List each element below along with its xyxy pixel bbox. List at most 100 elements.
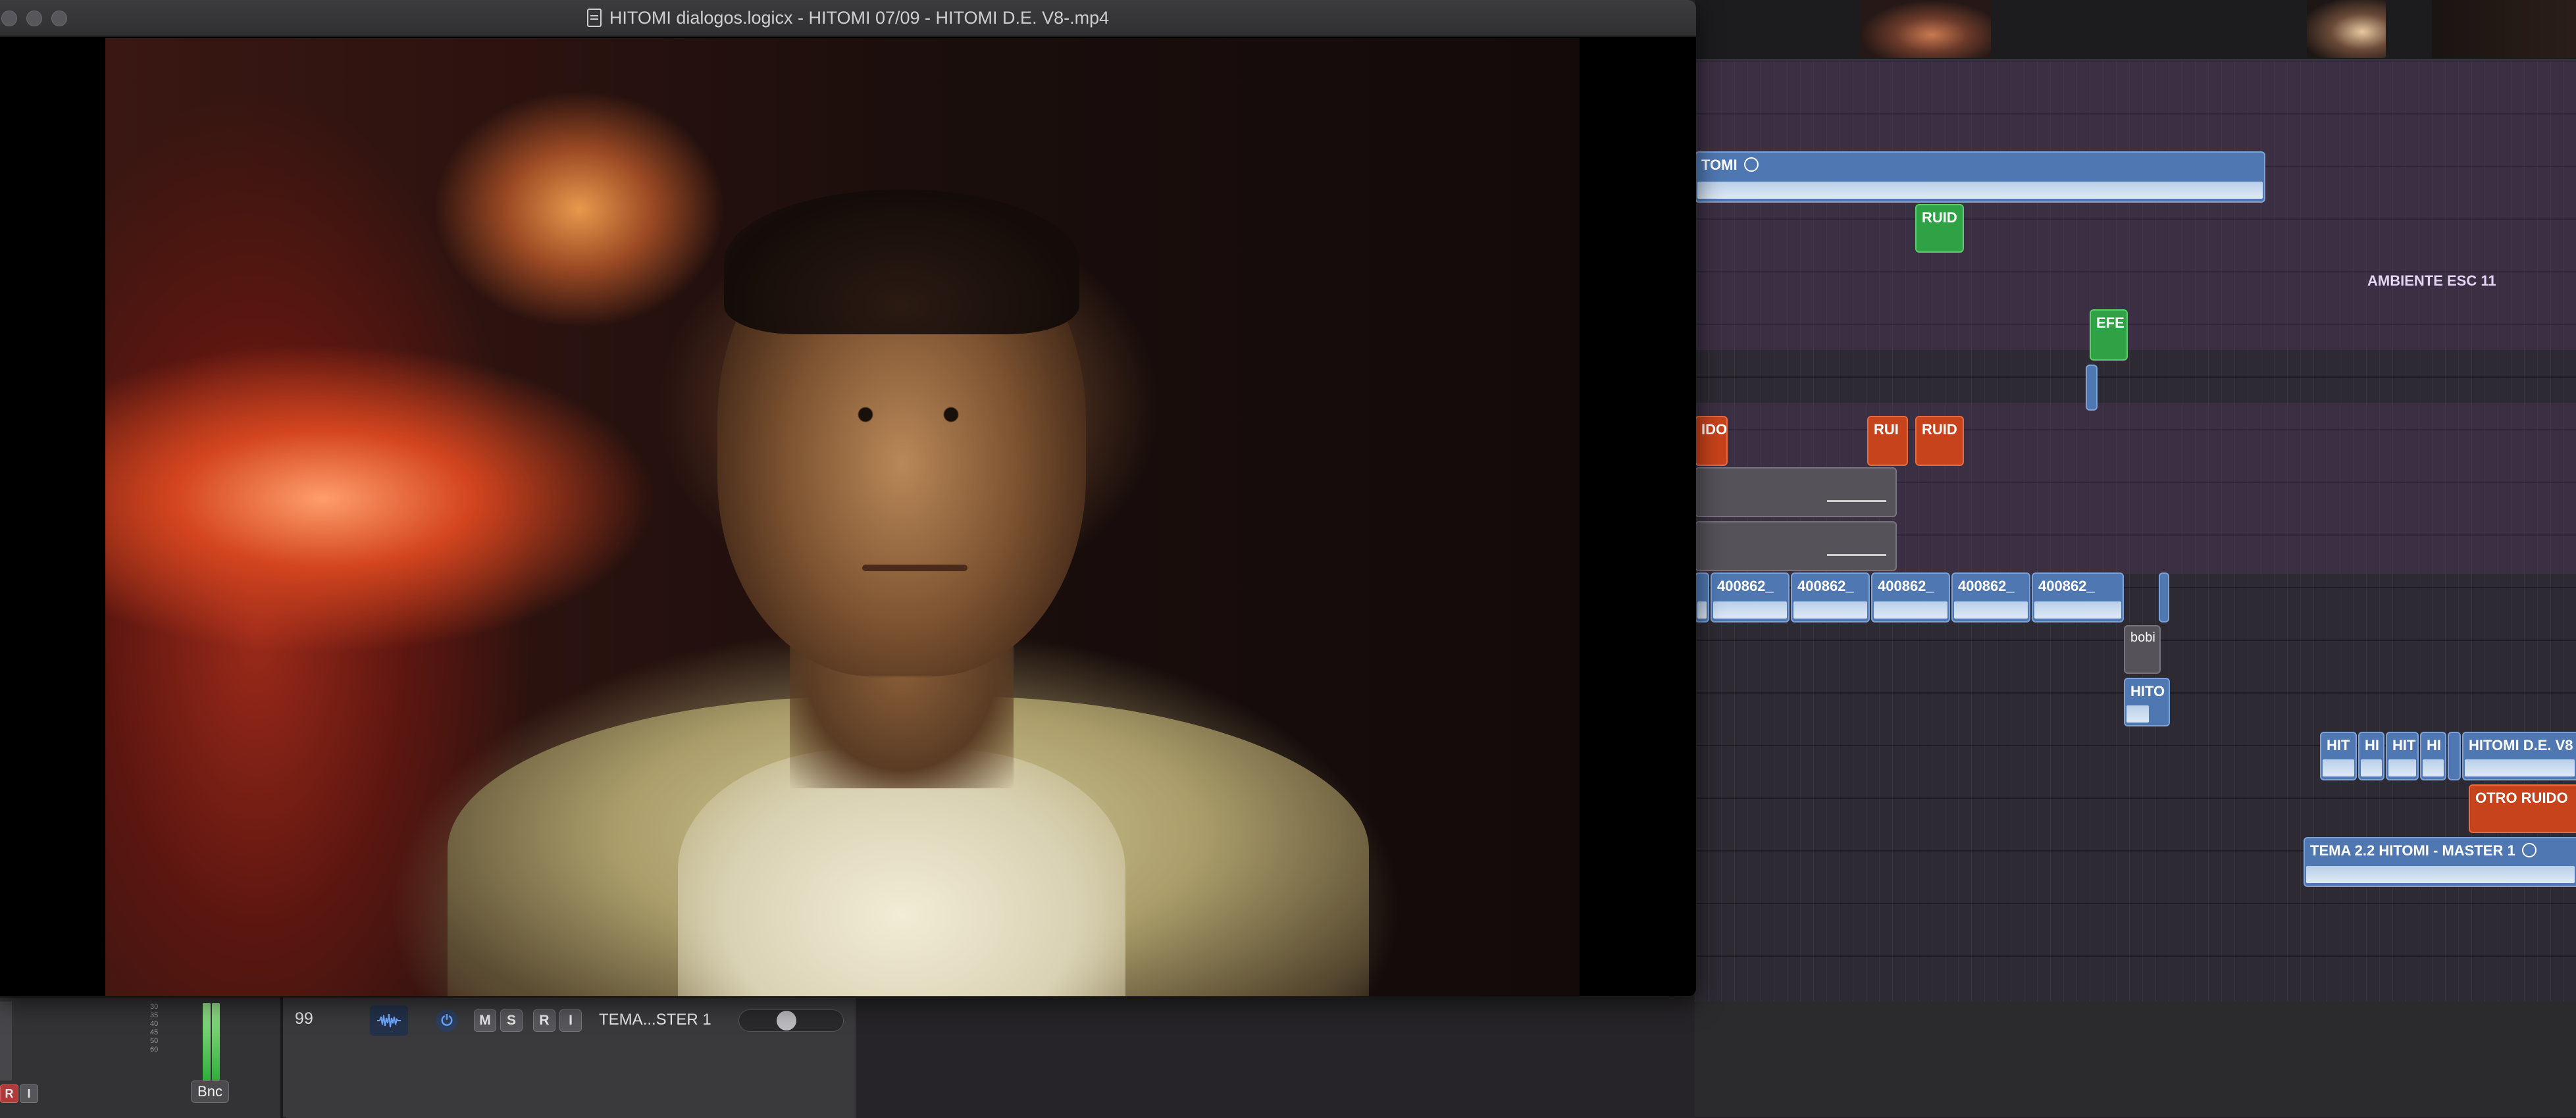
region-label: TEMA 2.2 HITOMI - MASTER 1 — [2310, 842, 2537, 859]
region[interactable]: EFE — [2090, 309, 2128, 361]
waveform — [2034, 601, 2121, 619]
loop-icon — [1743, 157, 1759, 172]
audio-region[interactable]: TOMI — [1695, 151, 2265, 203]
region[interactable]: RUI — [1867, 416, 1908, 466]
audio-region[interactable]: 400862_ — [2032, 572, 2124, 623]
waveform — [2306, 866, 2575, 883]
audio-region[interactable] — [2448, 732, 2461, 780]
solo-button[interactable]: S — [500, 1009, 523, 1032]
audio-region[interactable] — [1695, 467, 1897, 517]
level-meter — [0, 1002, 12, 1080]
loop-icon — [2521, 843, 2537, 857]
track-header-panel: 30 35 40 45 50 60 R I 99 ⏻ M S R I TEMA.… — [0, 996, 856, 1118]
record-enable-button[interactable]: R — [533, 1009, 555, 1032]
window-titlebar[interactable]: HITOMI dialogos.logicx - HITOMI 07/09 - … — [0, 0, 1696, 37]
audio-region[interactable]: bobi — [2124, 625, 2161, 674]
region-label: 400862_ — [1878, 578, 1934, 594]
region[interactable]: RUID — [1915, 416, 1964, 466]
movie-thumbnail-track — [1695, 0, 2576, 61]
region-label: HIT — [2392, 737, 2416, 753]
waveform — [1697, 601, 1707, 619]
waveform — [2423, 759, 2444, 776]
input-monitor-button[interactable]: I — [20, 1084, 38, 1103]
meter-scale: 30 35 40 45 50 60 — [150, 1003, 158, 1054]
region-label: 400862_ — [1958, 578, 2015, 594]
region-label: 400862_ — [2038, 578, 2095, 594]
audio-region[interactable] — [2086, 365, 2098, 411]
audio-region[interactable]: HITO — [2124, 678, 2170, 726]
track-name[interactable]: TEMA...STER 1 — [599, 1011, 711, 1029]
person-hair — [724, 190, 1079, 334]
waveform — [1954, 601, 2028, 619]
audio-region[interactable]: HIT — [2320, 732, 2357, 780]
waveform — [2126, 705, 2149, 723]
marker-label[interactable]: AMBIENTE ESC 11 — [2367, 272, 2496, 290]
minimize-button[interactable] — [26, 11, 42, 26]
meter-tick: 45 — [150, 1029, 159, 1036]
audio-region[interactable] — [1695, 572, 1709, 623]
region-label: HITOMI D.E. V8 — [2469, 737, 2573, 753]
waveform — [1827, 554, 1886, 556]
waveform — [1697, 182, 2263, 199]
audio-region[interactable]: HI — [2420, 732, 2446, 780]
audio-region[interactable] — [2159, 572, 2169, 623]
region[interactable]: IDO — [1695, 416, 1728, 466]
movie-thumbnail — [2307, 0, 2386, 58]
audio-region[interactable]: 400862_ — [1711, 572, 1790, 623]
movie-window[interactable]: HITOMI dialogos.logicx - HITOMI 07/09 - … — [0, 0, 1696, 996]
audio-region[interactable]: 400862_ — [1951, 572, 2030, 623]
document-icon — [586, 9, 602, 27]
track-number: 99 — [295, 1009, 313, 1028]
person-mouth — [862, 565, 967, 571]
record-enable-button[interactable]: R — [0, 1084, 18, 1103]
waveform — [2323, 759, 2354, 776]
zoom-button[interactable] — [51, 11, 67, 26]
input-monitor-button[interactable]: I — [559, 1009, 582, 1032]
meter-tick: 60 — [150, 1046, 159, 1054]
region-label: RUI — [1874, 421, 1899, 438]
region-label: HITO — [2130, 683, 2165, 699]
window-title: HITOMI dialogos.logicx - HITOMI 07/09 - … — [586, 7, 1110, 28]
region-label: TOMI — [1701, 157, 1759, 174]
audio-region[interactable] — [1695, 521, 1897, 571]
volume-slider-knob[interactable] — [777, 1011, 796, 1030]
meter-tick: 40 — [150, 1020, 159, 1028]
channel-strip: 30 35 40 45 50 60 R I — [0, 998, 283, 1118]
waveform — [2388, 759, 2416, 776]
region-label: HI — [2365, 737, 2379, 753]
meter-tick: 50 — [150, 1037, 159, 1045]
audio-region[interactable]: HI — [2358, 732, 2384, 780]
region-label: bobi — [2130, 630, 2155, 645]
audio-region[interactable]: 400862_ — [1871, 572, 1950, 623]
window-title-text: HITOMI dialogos.logicx - HITOMI 07/09 - … — [609, 7, 1110, 28]
close-button[interactable] — [1, 11, 17, 26]
movie-thumbnail — [1859, 0, 1991, 58]
track-lane — [1695, 61, 2576, 350]
audio-region[interactable]: 400862_ — [1791, 572, 1870, 623]
waveform — [1827, 500, 1886, 502]
track-lanes[interactable]: TOMI RUID AMBIENTE ESC 11 EFE IDO RUI RU… — [1695, 61, 2576, 1055]
waveform — [2465, 759, 2575, 776]
region[interactable]: RUID — [1915, 204, 1964, 253]
arrange-area[interactable]: TOMI RUID AMBIENTE ESC 11 EFE IDO RUI RU… — [1695, 0, 2576, 1117]
waveform-icon[interactable] — [370, 1005, 408, 1036]
region[interactable]: OTRO RUIDO — [2469, 784, 2576, 833]
waveform — [1713, 601, 1787, 619]
audio-region[interactable]: HITOMI D.E. V8 — [2462, 732, 2576, 780]
empty-arrange-space[interactable] — [1695, 1002, 2576, 1117]
region-label: HI — [2427, 737, 2441, 753]
video-frame — [105, 38, 1580, 996]
audio-region[interactable]: HIT — [2386, 732, 2419, 780]
track-header[interactable]: 99 ⏻ M S R I TEMA...STER 1 — [286, 998, 856, 1118]
meter-tick: 30 — [150, 1003, 159, 1011]
bounce-button[interactable]: Bnc — [191, 1080, 229, 1103]
region-label: 400862_ — [1717, 578, 1774, 594]
mute-button[interactable]: M — [474, 1009, 496, 1032]
audio-region[interactable]: TEMA 2.2 HITOMI - MASTER 1 — [2304, 837, 2576, 887]
waveform — [1874, 601, 1947, 619]
region-label: RUID — [1922, 209, 1957, 226]
meter-tick: 35 — [150, 1011, 159, 1019]
waveform — [1793, 601, 1867, 619]
track-on-off-button[interactable]: ⏻ — [436, 1009, 458, 1032]
region-label: OTRO RUIDO — [2475, 790, 2568, 806]
